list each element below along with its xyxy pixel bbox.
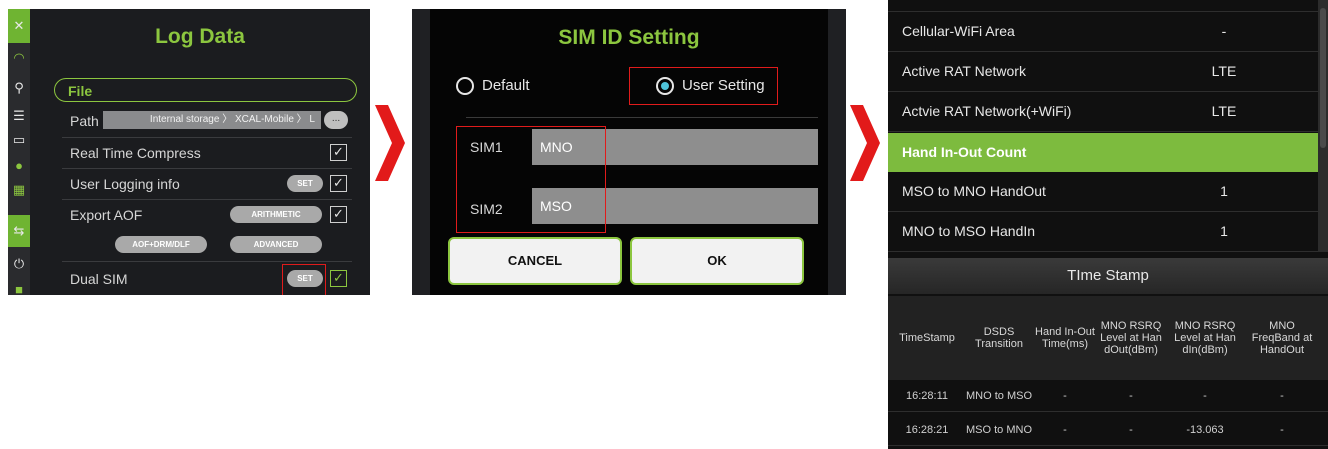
table-cell: 16:28:11 <box>905 390 948 402</box>
location-icon[interactable]: ● <box>10 157 28 175</box>
scrollbar-thumb[interactable] <box>1320 8 1326 148</box>
table-row: 16:28:11 MNO to MSO - - - - <box>888 380 1328 412</box>
export-aof-label: Export AOF <box>70 207 143 223</box>
mso-to-mno-handout-row: MSO to MNO HandOut 1 <box>888 172 1318 212</box>
table-cell: - <box>1129 390 1133 402</box>
browse-button[interactable]: ... <box>324 111 348 129</box>
section-title: Hand In-Out Count <box>902 144 1027 160</box>
table-cell: - <box>1063 390 1067 402</box>
default-label: Default <box>482 77 530 94</box>
route-icon[interactable]: ⇆ <box>8 215 30 247</box>
timestamp-header: TIme Stamp <box>888 258 1328 294</box>
active-rat-row: Active RAT Network LTE <box>888 52 1318 92</box>
aof-drm-dlf-button[interactable]: AOF+DRM/DLF <box>115 236 207 253</box>
column-header: MNO RSRQ Level at Han dIn(dBm) <box>1174 320 1236 356</box>
hand-in-out-panel: Cellular-WiFi Area - Active RAT Network … <box>888 0 1328 449</box>
file-section-header[interactable]: File <box>54 78 357 102</box>
document-icon[interactable]: ▭ <box>10 131 28 149</box>
table-cell: -13.063 <box>1186 424 1224 436</box>
user-logging-set-button[interactable]: SET <box>287 175 323 192</box>
divider <box>62 199 352 200</box>
row-value: 1 <box>1220 183 1228 199</box>
real-time-compress-checkbox[interactable]: ✓ <box>330 144 347 161</box>
ok-button[interactable]: OK <box>630 237 804 285</box>
default-radio[interactable] <box>456 77 474 95</box>
hand-in-out-section-header: Hand In-Out Count <box>888 133 1318 172</box>
row-label: Actvie RAT Network(+WiFi) <box>902 103 1072 119</box>
table-cell: - <box>1063 424 1067 436</box>
export-aof-checkbox[interactable]: ✓ <box>330 206 347 223</box>
row-label: Cellular-WiFi Area <box>902 23 1015 39</box>
next-step-arrow <box>375 105 405 181</box>
dual-sim-checkbox[interactable]: ✓ <box>330 270 347 287</box>
user-logging-info-label: User Logging info <box>70 176 180 192</box>
divider <box>62 168 352 169</box>
row-value: LTE <box>1211 103 1237 119</box>
table-cell: - <box>1203 390 1207 402</box>
table-cell: 16:28:21 <box>905 424 949 436</box>
divider <box>62 261 352 262</box>
dual-sim-label: Dual SIM <box>70 271 128 287</box>
mno-to-mso-handin-row: MNO to MSO HandIn 1 <box>888 212 1318 252</box>
sim-fields-highlight <box>456 126 606 233</box>
timestamp-title: TIme Stamp <box>1067 267 1149 284</box>
row-value: LTE <box>1211 63 1237 79</box>
calendar-icon[interactable]: ▦ <box>10 181 28 199</box>
table-cell: - <box>1280 390 1284 402</box>
user-logging-checkbox[interactable]: ✓ <box>330 175 347 192</box>
record-icon[interactable]: ■ <box>10 281 28 295</box>
row-value: 1 <box>1220 223 1228 239</box>
column-header: MNO RSRQ Level at Han dOut(dBm) <box>1100 320 1162 356</box>
power-icon[interactable]: ⏻ <box>10 255 28 273</box>
tools-icon[interactable]: ✕ <box>8 9 30 43</box>
table-cell: - <box>1280 424 1284 436</box>
divider <box>466 117 818 118</box>
row-label: MNO to MSO HandIn <box>902 223 1036 239</box>
table-cell: MNO to MSO <box>966 390 1033 402</box>
active-rat-wifi-row: Actvie RAT Network(+WiFi) LTE <box>888 92 1318 132</box>
next-step-arrow <box>850 105 880 181</box>
real-time-compress-label: Real Time Compress <box>70 145 201 161</box>
scrollbar[interactable] <box>1318 0 1328 252</box>
log-data-panel: ✕ ◠ ⚲ ☰ ▭ ● ▦ ⇆ ⏻ ■ Log Data File Path I… <box>8 9 370 295</box>
list-icon[interactable]: ☰ <box>10 107 28 125</box>
column-header: MNO FreqBand at HandOut <box>1251 320 1313 356</box>
table-cell: MSO to MNO <box>966 424 1033 436</box>
page-title: Log Data <box>155 25 245 48</box>
side-rail: ✕ ◠ ⚲ ☰ ▭ ● ▦ ⇆ ⏻ ■ <box>8 9 30 295</box>
row-label: MSO to MNO HandOut <box>902 183 1046 199</box>
table-cell: - <box>1129 424 1133 436</box>
dual-sim-set-highlight <box>282 264 326 295</box>
cellular-wifi-row: Cellular-WiFi Area - <box>888 12 1318 52</box>
cut-off-row <box>888 0 1318 12</box>
sim-id-setting-panel: SIM ID Setting Default User Setting SIM1… <box>412 9 846 295</box>
row-value: - <box>1221 23 1227 39</box>
table-row: 16:28:21 MSO to MNO - - -13.063 - <box>888 414 1328 446</box>
advanced-button[interactable]: ADVANCED <box>230 236 322 253</box>
signal-icon[interactable]: ◠ <box>10 49 28 67</box>
dialog-title: SIM ID Setting <box>558 26 700 49</box>
user-setting-highlight <box>629 67 778 105</box>
table-header: TimeStamp DSDS Transition Hand In-Out Ti… <box>888 296 1328 380</box>
column-header: DSDS Transition <box>975 326 1023 350</box>
column-header: TimeStamp <box>899 332 955 344</box>
path-field[interactable]: Internal storage 〉 XCAL-Mobile 〉 L <box>103 111 321 129</box>
path-label: Path <box>70 113 99 129</box>
sim-id-dialog: SIM ID Setting Default User Setting SIM1… <box>430 9 828 295</box>
divider <box>62 137 352 138</box>
search-icon[interactable]: ⚲ <box>10 79 28 97</box>
row-label: Active RAT Network <box>902 63 1026 79</box>
column-header: Hand In-Out Time(ms) <box>1035 326 1095 350</box>
cancel-button[interactable]: CANCEL <box>448 237 622 285</box>
arithmetic-button[interactable]: ARITHMETIC <box>230 206 322 223</box>
